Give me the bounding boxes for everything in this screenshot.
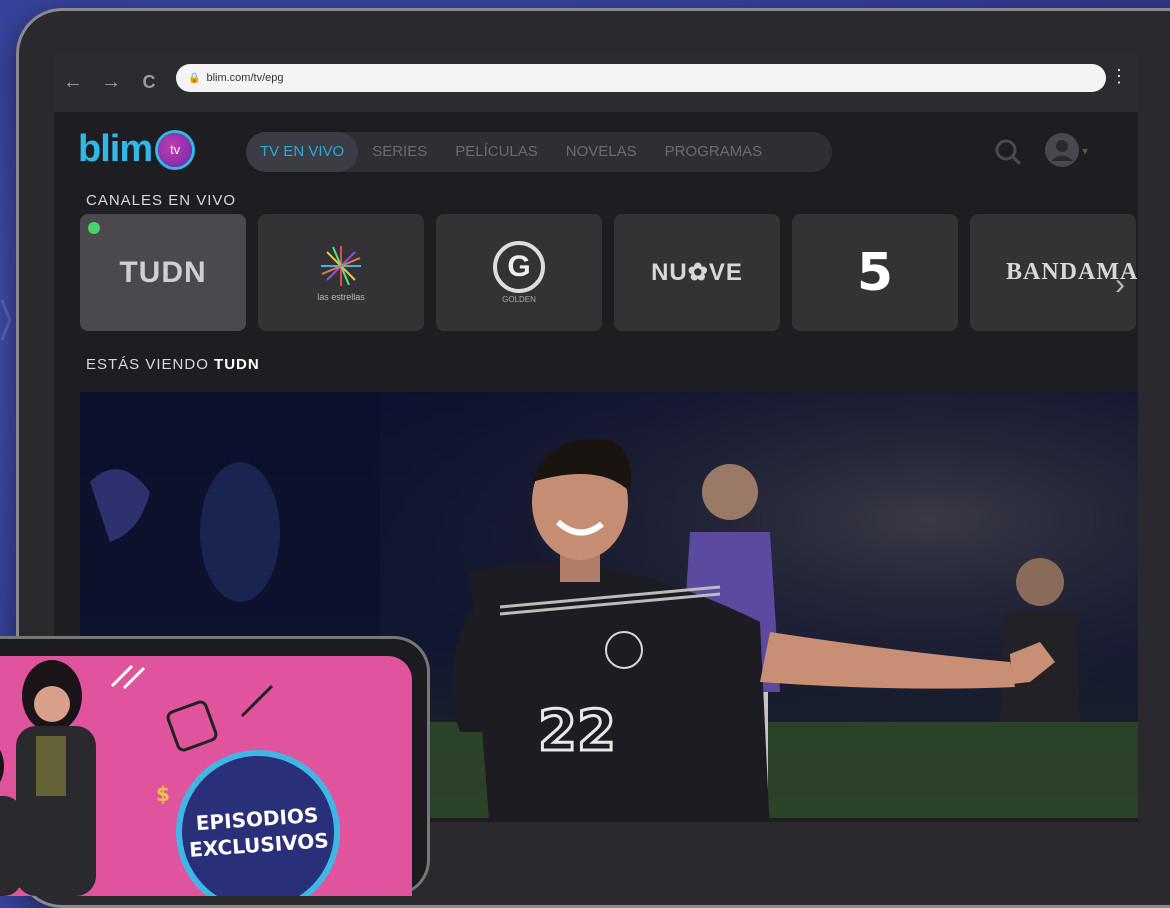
- channel-logo-tudn: TUDN: [119, 255, 207, 289]
- channel-tile-nu9ve[interactable]: NU✿VE: [614, 214, 780, 331]
- reload-icon[interactable]: C: [130, 72, 168, 93]
- app-header: blim tv TV EN VIVO SERIES PELÍCULAS NOVE…: [54, 112, 1138, 192]
- chevron-down-icon[interactable]: ▾: [1082, 144, 1088, 158]
- section-title-canales: CANALES EN VIVO: [86, 192, 237, 209]
- svg-text:$: $: [156, 782, 170, 806]
- channel-logo-nu9ve: NU✿VE: [651, 259, 743, 286]
- channel-tile-5[interactable]: 5: [792, 214, 958, 331]
- channel-logo-text: las estrellas: [317, 291, 365, 302]
- tab-series[interactable]: SERIES: [358, 132, 441, 172]
- channel-tile-golden[interactable]: G GOLDEN: [436, 214, 602, 331]
- tab-programas[interactable]: PROGRAMAS: [651, 132, 777, 172]
- golden-logo-icon: G: [493, 241, 545, 293]
- now-watching-prefix: ESTÁS VIENDO: [86, 356, 215, 373]
- jersey-number: 22: [538, 699, 616, 764]
- phone-device: $ EPISODIOS EXCLUSIVOS: [0, 636, 430, 896]
- channel-carousel: TUDN las estrellas G GOLDEN NU✿VE 5 BAND…: [80, 214, 1138, 334]
- lock-icon: 🔒: [188, 72, 201, 84]
- forward-arrow-icon[interactable]: →: [92, 71, 130, 94]
- main-nav: TV EN VIVO SERIES PELÍCULAS NOVELAS PROG…: [246, 132, 832, 172]
- search-icon[interactable]: [992, 136, 1024, 168]
- star-burst-icon: [321, 245, 361, 286]
- channel-tile-las-estrellas[interactable]: las estrellas: [258, 214, 424, 331]
- logo-text: blim: [78, 128, 153, 170]
- now-watching-label: ESTÁS VIENDO TUDN: [86, 356, 260, 373]
- url-text: blim.com/tv/epg: [206, 72, 284, 84]
- tv-badge-icon: tv: [158, 132, 193, 167]
- blim-logo[interactable]: blim tv: [78, 128, 193, 171]
- tab-tv-en-vivo[interactable]: TV EN VIVO: [246, 132, 359, 172]
- tab-peliculas[interactable]: PELÍCULAS: [441, 132, 552, 172]
- carousel-next-icon[interactable]: ›: [1100, 260, 1138, 310]
- browser-menu-icon[interactable]: ⋮: [1110, 67, 1128, 85]
- now-watching-channel: TUDN: [214, 356, 260, 373]
- tab-novelas[interactable]: NOVELAS: [552, 132, 651, 172]
- live-indicator-icon: [88, 222, 100, 234]
- address-bar[interactable]: 🔒 blim.com/tv/epg: [176, 64, 1106, 92]
- back-arrow-icon[interactable]: ←: [54, 71, 92, 94]
- channel-logo-text: GOLDEN: [502, 295, 536, 304]
- channel-logo-5: 5: [856, 242, 894, 303]
- phone-screen: $ EPISODIOS EXCLUSIVOS: [0, 656, 412, 896]
- browser-toolbar: ← → C 🔒 blim.com/tv/epg ⋮: [54, 52, 1138, 112]
- channel-tile-tudn[interactable]: TUDN: [80, 214, 246, 331]
- user-avatar-icon[interactable]: [1044, 132, 1080, 168]
